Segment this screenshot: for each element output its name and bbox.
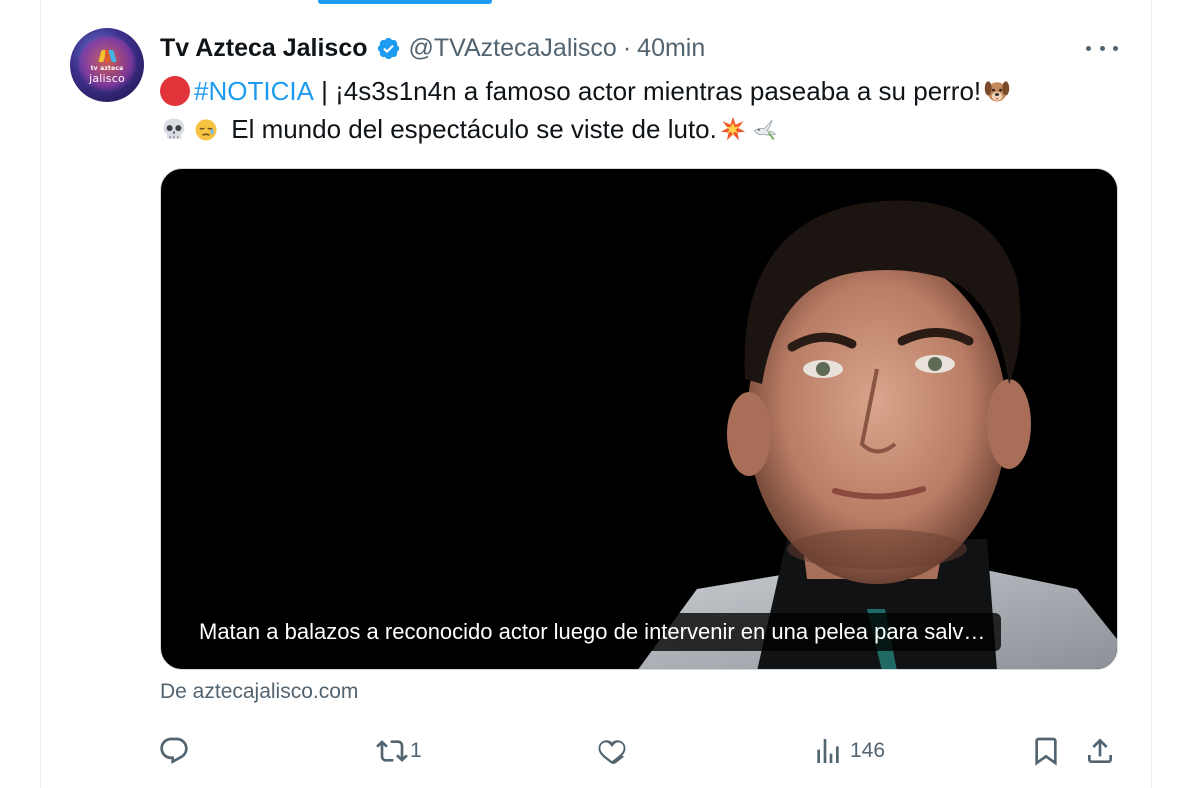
views-button[interactable]: 146 [812, 734, 885, 768]
views-count: 146 [850, 739, 886, 762]
avatar-logo-bottom: jalisco [89, 72, 125, 85]
share-button[interactable] [1084, 734, 1116, 768]
active-tab-indicator [318, 0, 492, 4]
separator-dot: · [622, 33, 632, 62]
sleeping-face-icon [195, 119, 217, 141]
tweet-header: Tv Azteca Jalisco @TVAztecaJalisco · 40m… [160, 30, 705, 66]
retweet-button[interactable]: 1 [374, 734, 422, 768]
azteca-logo-icon [98, 50, 117, 62]
bookmark-button[interactable] [1030, 734, 1062, 768]
reply-icon [160, 737, 188, 764]
collision-icon [720, 116, 746, 141]
link-preview-card[interactable]: Matan a balazos a reconocido actor luego… [160, 168, 1118, 670]
retweet-count: 1 [410, 739, 422, 762]
tweet-actions-bar: 1 146 [158, 734, 1120, 768]
dove-icon [753, 119, 777, 141]
tweet-text-line-1: #NOTICIA | ¡4s3s1n4n a famoso actor mien… [160, 72, 1110, 110]
tweet-text-line-2-content: El mundo del espectáculo se viste de lut… [224, 114, 717, 144]
skull-icon [163, 118, 185, 139]
actor-portrait-image [517, 169, 1117, 669]
card-source-link[interactable]: De aztecajalisco.com [160, 680, 358, 704]
tweet-text-line-2: El mundo del espectáculo se viste de lut… [160, 110, 1110, 148]
red-circle-icon [160, 76, 190, 106]
share-icon [1088, 738, 1112, 763]
tweet-text-line-1-content: | ¡4s3s1n4n a famoso actor mientras pase… [313, 76, 982, 106]
verified-badge-icon [377, 37, 399, 59]
views-chart-icon [817, 739, 839, 763]
bookmark-icon [1035, 737, 1057, 766]
display-name[interactable]: Tv Azteca Jalisco [160, 34, 368, 63]
reply-button[interactable] [158, 734, 196, 768]
hashtag-link[interactable]: #NOTICIA [194, 73, 314, 109]
avatar-logo-text: tv azteca jalisco [70, 64, 144, 84]
more-options-icon[interactable] [1086, 36, 1118, 60]
like-button[interactable] [596, 734, 634, 768]
card-headline: Matan a balazos a reconocido actor luego… [183, 613, 1002, 651]
timestamp[interactable]: 40min [637, 34, 705, 63]
retweet-icon [376, 740, 408, 762]
heart-icon [598, 740, 626, 764]
tweet-text: #NOTICIA | ¡4s3s1n4n a famoso actor mien… [160, 72, 1110, 148]
avatar[interactable]: tv azteca jalisco [70, 28, 144, 102]
user-handle[interactable]: @TVAztecaJalisco [409, 34, 617, 63]
dog-face-icon [984, 81, 1010, 102]
